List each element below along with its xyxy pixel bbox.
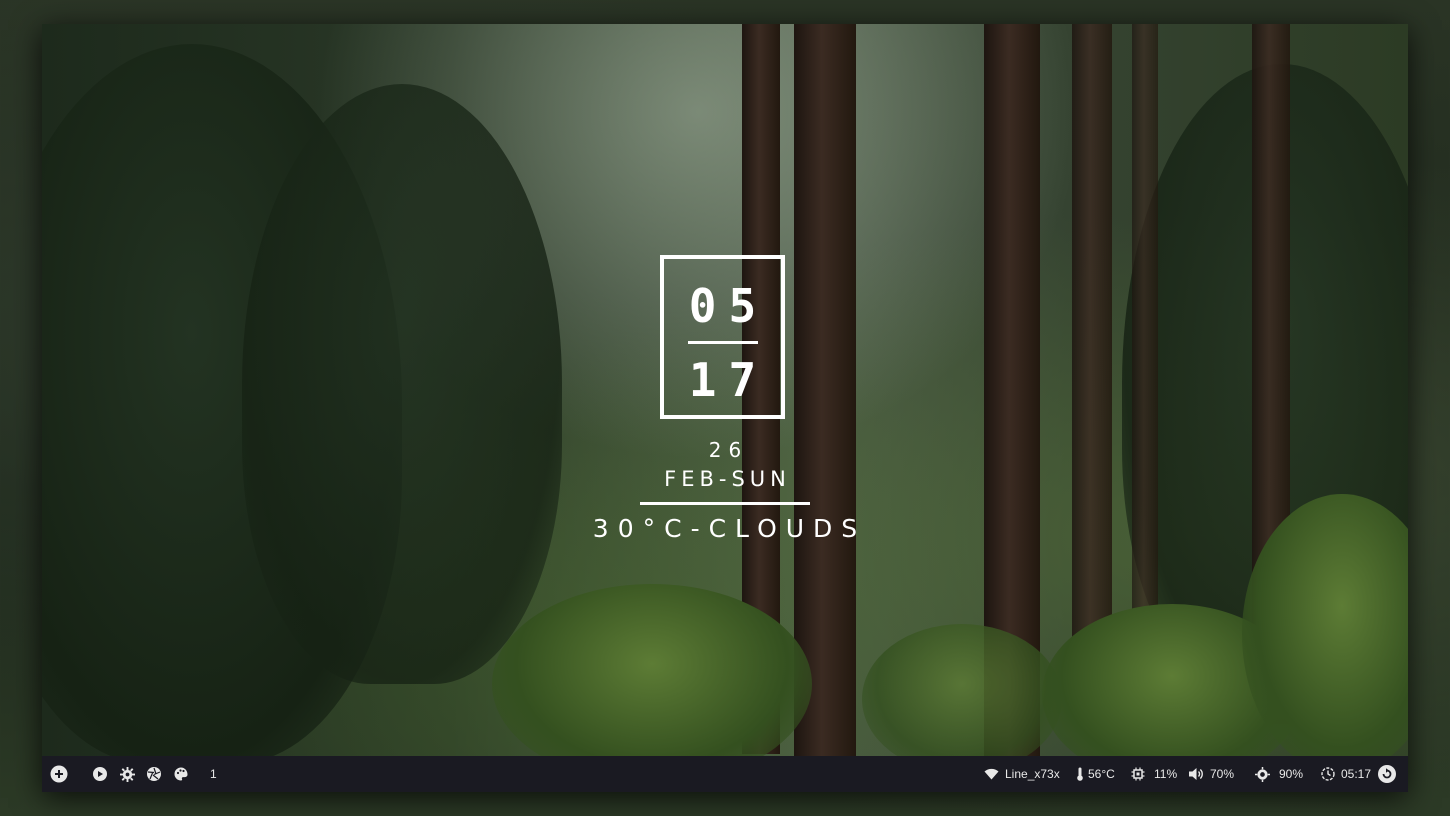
power-button[interactable] xyxy=(1378,756,1396,792)
play-icon xyxy=(93,767,107,781)
clock-widget: 05 17 xyxy=(660,255,785,419)
brightness-status[interactable]: 90% xyxy=(1255,756,1303,792)
settings-icon xyxy=(120,766,135,782)
aperture-button[interactable] xyxy=(147,756,161,792)
weather-divider xyxy=(640,502,810,505)
palette-icon xyxy=(174,767,188,781)
weather-text: 30°C-CLOUDS xyxy=(592,514,867,543)
clock-minute: 17 xyxy=(688,353,769,407)
time-status[interactable]: 05:17 xyxy=(1321,756,1371,792)
settings-button[interactable] xyxy=(120,756,135,792)
temperature-status[interactable]: 56°C xyxy=(1076,756,1115,792)
volume-icon xyxy=(1189,767,1204,781)
brightness-icon xyxy=(1255,766,1270,782)
wifi-status[interactable]: Line_x73x xyxy=(984,756,1060,792)
tree-trunk xyxy=(794,24,856,756)
date-month-weekday: FEB-SUN xyxy=(664,467,791,491)
volume-label: 70% xyxy=(1210,767,1235,781)
power-icon xyxy=(1378,765,1396,783)
workspace-number: 1 xyxy=(210,767,217,781)
cpu-status[interactable]: 11% xyxy=(1131,756,1177,792)
clock-icon xyxy=(1321,767,1335,781)
tree-trunk xyxy=(1132,24,1158,664)
dark-tree-mid xyxy=(242,84,562,684)
cpu-icon xyxy=(1131,767,1145,781)
status-bar: 1 Line_x73x 56°C 11% 70% 90% 05:17 xyxy=(42,756,1408,792)
wifi-icon xyxy=(984,768,999,780)
add-button[interactable] xyxy=(50,756,68,792)
temperature-label: 56°C xyxy=(1088,767,1115,781)
desktop-screen: 05 17 26 FEB-SUN 30°C-CLOUDS 1 Line_x73x… xyxy=(42,24,1408,792)
brightness-label: 90% xyxy=(1279,767,1304,781)
volume-status[interactable]: 70% xyxy=(1189,756,1234,792)
aperture-icon xyxy=(147,767,161,781)
bush xyxy=(492,584,812,784)
bush xyxy=(862,624,1062,774)
wifi-label: Line_x73x xyxy=(1005,767,1060,781)
thermometer-icon xyxy=(1076,767,1084,781)
play-button[interactable] xyxy=(93,756,107,792)
time-label: 05:17 xyxy=(1341,767,1372,781)
clock-separator xyxy=(688,341,758,344)
cpu-label: 11% xyxy=(1154,767,1178,781)
clock-hour: 05 xyxy=(688,279,769,333)
palette-button[interactable] xyxy=(174,756,188,792)
add-icon xyxy=(50,765,68,783)
tree-trunk xyxy=(1072,24,1112,684)
workspace-indicator[interactable]: 1 xyxy=(210,756,217,792)
date-day: 26 xyxy=(708,438,749,462)
